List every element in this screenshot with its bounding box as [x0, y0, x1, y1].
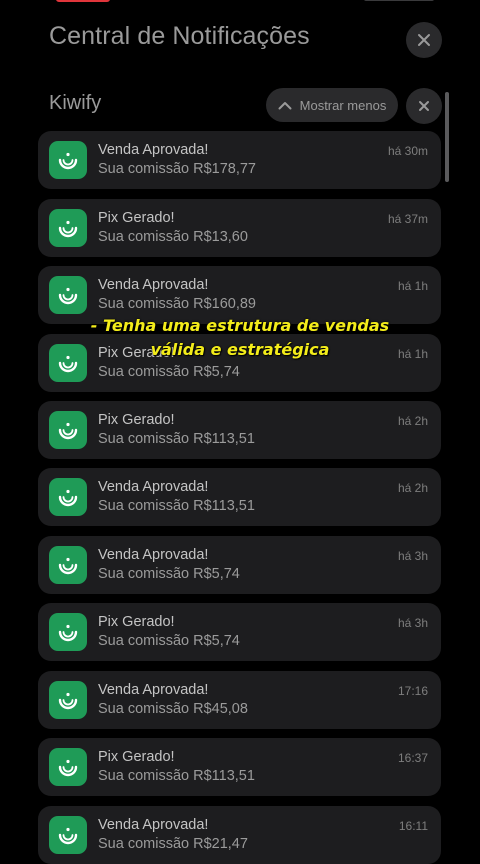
notification-title: Pix Gerado! [98, 412, 175, 428]
notification-title: Venda Aprovada! [98, 142, 209, 158]
notification-time: há 3h [397, 616, 428, 630]
notification-card[interactable]: Pix Gerado! Sua comissão R$113,51 há 2h [38, 401, 441, 459]
video-caption-line-2: válida e estratégica [150, 340, 330, 359]
notification-time: há 37m [387, 212, 428, 226]
close-icon [418, 34, 430, 46]
kiwify-logo-icon [49, 209, 87, 247]
close-notification-center-button[interactable] [406, 22, 442, 58]
notification-body: Sua comissão R$45,08 [98, 701, 248, 717]
clear-group-button[interactable] [406, 88, 442, 124]
status-bar-indicator-right [364, 0, 434, 1]
notification-body: Sua comissão R$113,51 [98, 768, 255, 784]
notification-time: há 1h [397, 279, 428, 293]
close-icon [419, 101, 429, 111]
kiwify-logo-icon [49, 141, 87, 179]
kiwify-logo-icon [49, 748, 87, 786]
notification-time: 17:16 [397, 684, 428, 698]
notification-card[interactable]: Pix Gerado! Sua comissão R$13,60 há 37m [38, 199, 441, 257]
notification-card[interactable]: Venda Aprovada! Sua comissão R$21,47 16:… [38, 806, 441, 864]
notification-body: Sua comissão R$160,89 [98, 296, 256, 312]
notification-body: Sua comissão R$21,47 [98, 836, 248, 852]
kiwify-logo-icon [49, 546, 87, 584]
kiwify-logo-icon [49, 613, 87, 651]
show-less-button[interactable]: Mostrar menos [266, 88, 398, 122]
show-less-label: Mostrar menos [299, 97, 387, 113]
notification-title: Venda Aprovada! [98, 682, 209, 698]
kiwify-logo-icon [49, 478, 87, 516]
notification-time: há 30m [387, 144, 428, 158]
scrollbar[interactable] [445, 92, 449, 182]
kiwify-logo-icon [49, 816, 87, 854]
notification-body: Sua comissão R$13,60 [98, 229, 248, 245]
notification-card[interactable]: Pix Gerado! Sua comissão R$113,51 16:37 [38, 738, 441, 796]
notification-card[interactable]: Venda Aprovada! Sua comissão R$113,51 há… [38, 468, 441, 526]
notification-body: Sua comissão R$113,51 [98, 431, 255, 447]
status-bar-indicator [56, 0, 110, 2]
notification-time: há 2h [397, 481, 428, 495]
notification-card[interactable]: Venda Aprovada! Sua comissão R$178,77 há… [38, 131, 441, 189]
app-group-label: Kiwify [49, 92, 102, 114]
kiwify-logo-icon [49, 411, 87, 449]
notification-body: Sua comissão R$5,74 [98, 633, 240, 649]
notification-time: há 3h [397, 549, 428, 563]
notification-body: Sua comissão R$178,77 [98, 161, 256, 177]
notification-time: 16:11 [398, 819, 428, 833]
kiwify-logo-icon [49, 681, 87, 719]
notification-title: Pix Gerado! [98, 210, 175, 226]
notification-body: Sua comissão R$113,51 [98, 498, 255, 514]
kiwify-logo-icon [49, 276, 87, 314]
video-caption-line-1: - Tenha uma estrutura de vendas [90, 316, 390, 335]
notification-time: 16:37 [397, 751, 428, 765]
notification-body: Sua comissão R$5,74 [98, 364, 240, 380]
notification-card[interactable]: Pix Gerado! Sua comissão R$5,74 há 3h [38, 603, 441, 661]
notification-title: Venda Aprovada! [98, 277, 209, 293]
notification-title: Venda Aprovada! [98, 817, 209, 833]
notification-card[interactable]: Venda Aprovada! Sua comissão R$45,08 17:… [38, 671, 441, 729]
notification-title: Venda Aprovada! [98, 547, 209, 563]
notification-title: Pix Gerado! [98, 614, 175, 630]
notification-time: há 2h [397, 414, 428, 428]
notification-title: Venda Aprovada! [98, 479, 209, 495]
page-title: Central de Notificações [49, 22, 310, 50]
notification-card[interactable]: Venda Aprovada! Sua comissão R$5,74 há 3… [38, 536, 441, 594]
notification-title: Pix Gerado! [98, 749, 175, 765]
notification-body: Sua comissão R$5,74 [98, 566, 240, 582]
chevron-up-icon [278, 101, 292, 109]
